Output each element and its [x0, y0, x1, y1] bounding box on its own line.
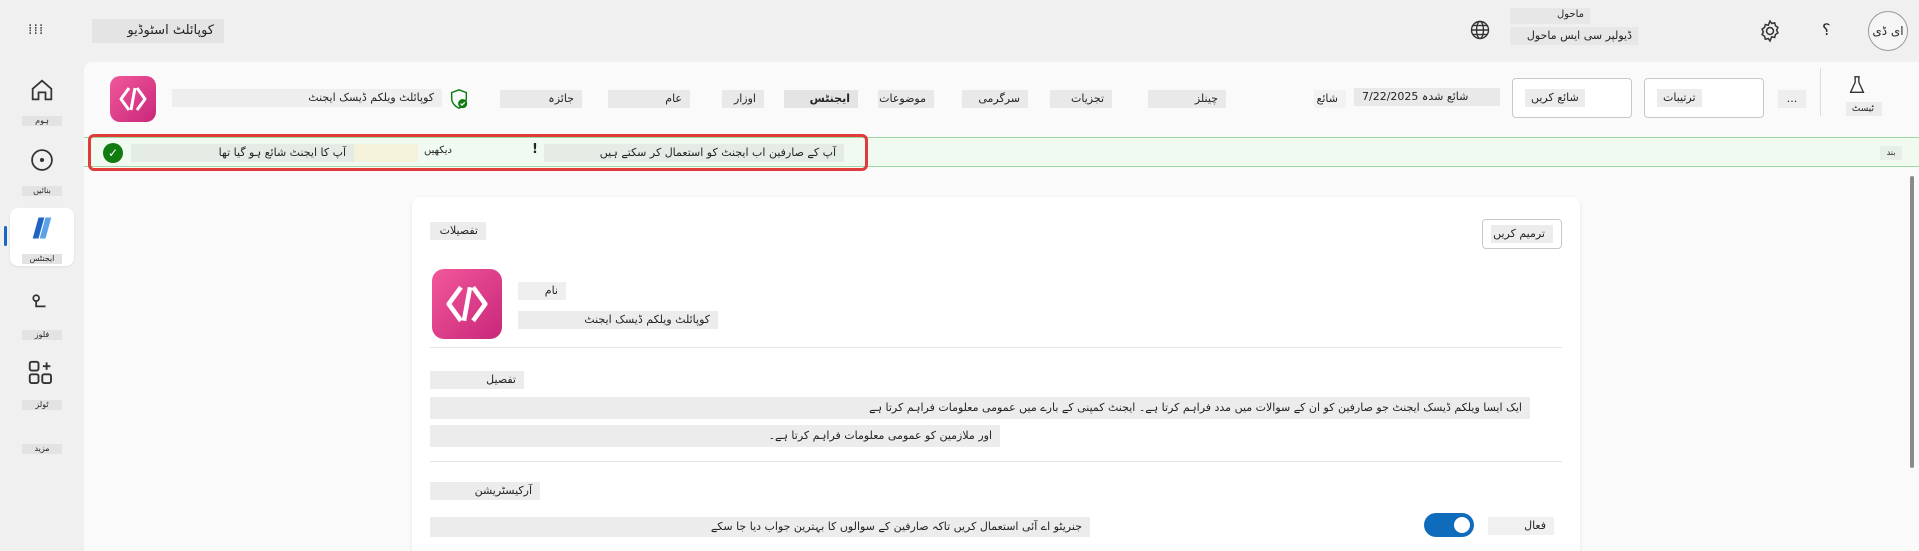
description-line-1: ایک ایسا ویلکم ڈیسک ایجنٹ جو صارفین کو ا…	[430, 397, 1530, 419]
edit-button[interactable]: ترمیم کریں	[1482, 219, 1562, 249]
more-options-button[interactable]: ...	[1778, 90, 1806, 108]
details-card: تفصیلات ترمیم کریں نام کوپائلٹ ویلکم ڈیس…	[412, 197, 1580, 551]
flask-icon[interactable]	[1846, 74, 1868, 99]
agent-logo	[110, 76, 156, 122]
rail-label-tools: ٹولز	[22, 400, 62, 410]
tab-channels[interactable]: چینلز	[1148, 90, 1226, 108]
environment-label: ماحول	[1510, 8, 1590, 24]
toggle-label: فعال	[1488, 517, 1554, 535]
shield-check-icon	[448, 88, 470, 113]
card-title: تفصیلات	[430, 222, 486, 240]
orchestration-label: آرکیسٹریشن	[430, 482, 540, 500]
create-icon	[31, 149, 53, 171]
left-rail: ہوم بنائیں ایجنٹس فلوز ٹولز مزید	[0, 62, 84, 551]
publish-date: شائع شدہ 7/22/2025	[1354, 88, 1500, 106]
globe-icon[interactable]	[1468, 18, 1492, 42]
edit-button-label: ترمیم کریں	[1491, 225, 1553, 243]
waffle-grid-icon[interactable]: ⁞⁞⁞	[28, 22, 44, 38]
settings-button[interactable]: ترتیبات	[1644, 78, 1764, 118]
rail-label-flows: فلوز	[22, 330, 62, 340]
divider	[430, 461, 1562, 462]
help-icon[interactable]: ؟	[1822, 20, 1831, 39]
rail-label-more: مزید	[22, 444, 62, 454]
agent-name-value: کوپائلٹ ویلکم ڈیسک ایجنٹ	[518, 311, 718, 329]
tab-activity[interactable]: سرگرمی	[962, 90, 1028, 108]
agent-name: کوپائلٹ ویلکم ڈیسک ایجنٹ	[172, 89, 442, 107]
app-name[interactable]: کوپائلٹ اسٹوڈیو	[92, 19, 224, 43]
tools-icon	[28, 360, 52, 384]
highlight-box	[88, 134, 868, 171]
agents-icon	[32, 217, 52, 239]
rail-item-tools[interactable]: ٹولز	[10, 354, 74, 412]
active-rail-indicator	[4, 226, 7, 246]
tab-analytics[interactable]: تجزیات	[1050, 90, 1112, 108]
scrollbar[interactable]	[1910, 176, 1914, 468]
rail-item-flows[interactable]: فلوز	[10, 284, 74, 342]
orchestration-description: جنریٹو اے آئی استعمال کریں تاکہ صارفین ک…	[430, 517, 1090, 537]
environment-selector[interactable]: ڈیولپر سی ایس ماحول	[1510, 27, 1638, 45]
tab-tools[interactable]: اوزار	[722, 90, 764, 108]
home-icon	[31, 79, 53, 101]
tab-general[interactable]: عام	[608, 90, 690, 108]
rail-item-agents[interactable]: ایجنٹس	[10, 208, 74, 266]
description-label: تفصیل	[430, 371, 524, 389]
top-bar: ⁞⁞⁞ کوپائلٹ اسٹوڈیو ماحول ڈیولپر سی ایس …	[0, 0, 1919, 62]
description-line-2: اور ملازمین کو عمومی معلومات فراہم کرتا …	[430, 425, 1000, 447]
orchestration-toggle[interactable]	[1424, 513, 1474, 537]
rail-label-agents: ایجنٹس	[22, 254, 62, 264]
rail-item-more[interactable]: مزید	[10, 432, 74, 462]
divider	[1820, 68, 1821, 116]
avatar[interactable]: ای ڈی	[1868, 11, 1908, 51]
tab-topics[interactable]: موضوعات	[878, 90, 934, 108]
close-notification-button[interactable]: بند	[1880, 146, 1902, 160]
publish-status: شائع	[1314, 90, 1346, 108]
divider	[430, 347, 1562, 348]
publish-button-label: شائع کریں	[1525, 89, 1585, 107]
rail-item-home[interactable]: ہوم	[10, 70, 74, 128]
rail-label-create: بنائیں	[22, 186, 62, 196]
test-button-label[interactable]: ٹیسٹ	[1846, 102, 1882, 116]
rail-item-create[interactable]: بنائیں	[10, 140, 74, 198]
flows-icon	[32, 294, 46, 308]
name-label: نام	[518, 282, 566, 300]
publish-button[interactable]: شائع کریں	[1512, 78, 1632, 118]
rail-label-home: ہوم	[22, 116, 62, 126]
tab-overview[interactable]: جائزہ	[500, 90, 582, 108]
settings-button-label: ترتیبات	[1657, 89, 1702, 107]
agent-avatar	[432, 269, 502, 339]
gear-icon[interactable]	[1757, 18, 1783, 44]
tab-agents[interactable]: ایجنٹس	[784, 90, 858, 108]
